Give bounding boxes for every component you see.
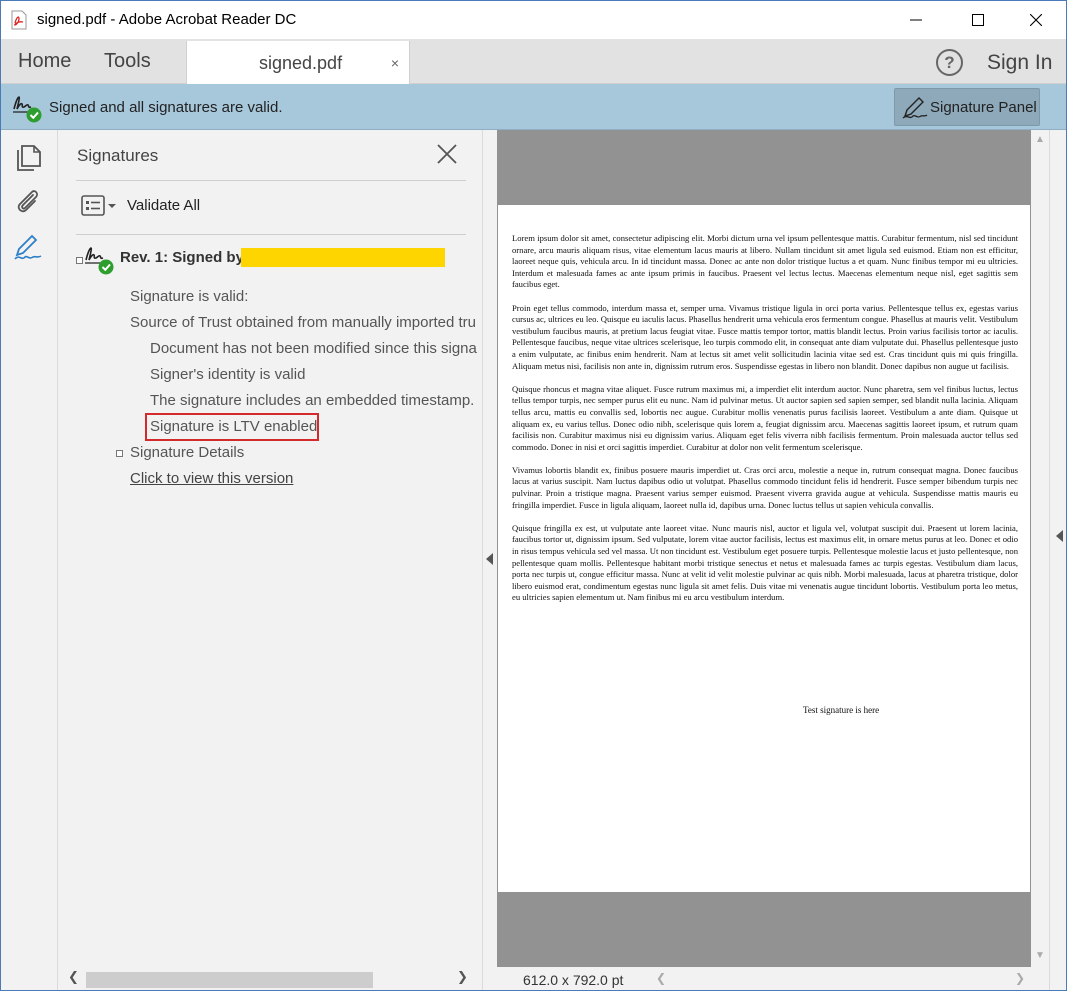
tools-tab[interactable]: Tools	[104, 50, 151, 73]
valid-signature-icon	[85, 247, 114, 275]
close-window-button[interactable]	[1013, 1, 1059, 39]
document-view[interactable]: Lorem ipsum dolor sit amet, consectetur …	[497, 130, 1031, 967]
help-icon[interactable]: ?	[936, 49, 963, 76]
panel-divider	[76, 180, 466, 181]
signature-details-node[interactable]: Signature Details	[130, 444, 244, 461]
pages-button[interactable]	[12, 142, 44, 174]
collapse-panel-icon[interactable]	[486, 553, 493, 565]
minimize-icon	[910, 19, 922, 21]
minimize-button[interactable]	[893, 1, 939, 39]
scroll-left-icon[interactable]: ❮	[656, 971, 666, 985]
signature-pen-icon	[902, 97, 928, 119]
page-paragraph: Vivamus lobortis blandit ex, finibus pos…	[512, 464, 1018, 510]
scroll-left-icon[interactable]: ❮	[68, 969, 79, 985]
scrollbar-thumb[interactable]	[86, 972, 373, 988]
acrobat-window: signed.pdf - Adobe Acrobat Reader DC Hom…	[0, 0, 1067, 991]
valid-signature-icon	[13, 96, 42, 123]
expand-toggle[interactable]	[116, 450, 123, 457]
scroll-down-icon[interactable]: ▼	[1035, 950, 1045, 961]
close-icon	[1030, 14, 1042, 26]
close-icon[interactable]	[435, 142, 459, 166]
page-size-readout: 612.0 x 792.0 pt	[523, 972, 624, 988]
navigation-rail	[1, 130, 58, 990]
document-tab-label: signed.pdf	[259, 53, 343, 73]
page-paragraph: Quisque fringilla ex est, ut vulputate a…	[512, 522, 1018, 603]
page-paragraph: Lorem ipsum dolor sit amet, consectetur …	[512, 233, 1018, 290]
pdf-icon	[11, 10, 27, 30]
maximize-button[interactable]	[955, 1, 1001, 39]
ltv-enabled-line: Signature is LTV enabled	[150, 418, 318, 435]
panel-splitter[interactable]	[483, 130, 497, 990]
pdf-page: Lorem ipsum dolor sit amet, consectetur …	[498, 205, 1030, 892]
pages-icon	[17, 145, 41, 171]
paperclip-icon	[17, 190, 38, 213]
signature-field-text[interactable]: Test signature is here	[803, 705, 879, 715]
signature-detail-line: Signer's identity is valid	[150, 366, 306, 383]
expand-toggle[interactable]	[76, 257, 83, 264]
signatures-panel: Signatures Validate All Rev. 1: Signed b…	[58, 130, 483, 990]
options-menu-icon[interactable]	[80, 195, 120, 217]
panel-divider	[76, 234, 466, 235]
revision-label[interactable]: Rev. 1: Signed by	[120, 249, 244, 266]
redacted-signer-name	[241, 248, 445, 267]
page-body: Lorem ipsum dolor sit amet, consectetur …	[512, 233, 1018, 616]
signature-detail-line: Signature is valid:	[130, 288, 249, 305]
document-tab[interactable]: signed.pdf ×	[186, 41, 410, 84]
home-tab[interactable]: Home	[18, 50, 71, 73]
title-bar: signed.pdf - Adobe Acrobat Reader DC	[1, 1, 1066, 39]
scroll-right-icon[interactable]: ❯	[1015, 971, 1025, 985]
scroll-up-icon[interactable]: ▲	[1035, 134, 1045, 145]
signature-panel-label: Signature Panel	[930, 99, 1037, 116]
status-bar: 612.0 x 792.0 pt ❮ ❯	[497, 967, 1049, 990]
validate-all-button[interactable]: Validate All	[127, 197, 200, 214]
attachments-button[interactable]	[12, 186, 44, 218]
signature-detail-line: Document has not been modified since thi…	[150, 340, 477, 357]
right-pane-toggle[interactable]	[1049, 130, 1066, 990]
document-vertical-scrollbar[interactable]: ▲ ▼	[1031, 130, 1049, 967]
document-tab-close-icon[interactable]: ×	[391, 55, 399, 71]
panel-horizontal-scrollbar[interactable]: ❮ ❯	[58, 966, 482, 990]
signature-detail-line: The signature includes an embedded times…	[150, 392, 475, 409]
panel-title: Signatures	[77, 146, 159, 165]
window-title: signed.pdf - Adobe Acrobat Reader DC	[37, 11, 297, 28]
menu-bar: Home Tools signed.pdf × ? Sign In	[1, 39, 1066, 84]
maximize-icon	[972, 14, 984, 26]
signature-status-bar: Signed and all signatures are valid. Sig…	[1, 84, 1066, 130]
signatures-nav-button[interactable]	[12, 232, 44, 264]
signature-detail-line: Source of Trust obtained from manually i…	[130, 314, 476, 331]
expand-right-pane-icon[interactable]	[1056, 530, 1063, 542]
signature-pen-icon	[14, 234, 42, 260]
scroll-right-icon[interactable]: ❯	[457, 969, 468, 985]
signature-panel-button[interactable]: Signature Panel	[894, 88, 1040, 126]
view-version-link[interactable]: Click to view this version	[130, 470, 293, 487]
signature-status-message: Signed and all signatures are valid.	[49, 99, 283, 116]
page-paragraph: Proin eget tellus commodo, interdum mass…	[512, 302, 1018, 371]
sign-in-button[interactable]: Sign In	[987, 51, 1052, 75]
page-paragraph: Quisque rhoncus et magna vitae aliquet. …	[512, 383, 1018, 452]
